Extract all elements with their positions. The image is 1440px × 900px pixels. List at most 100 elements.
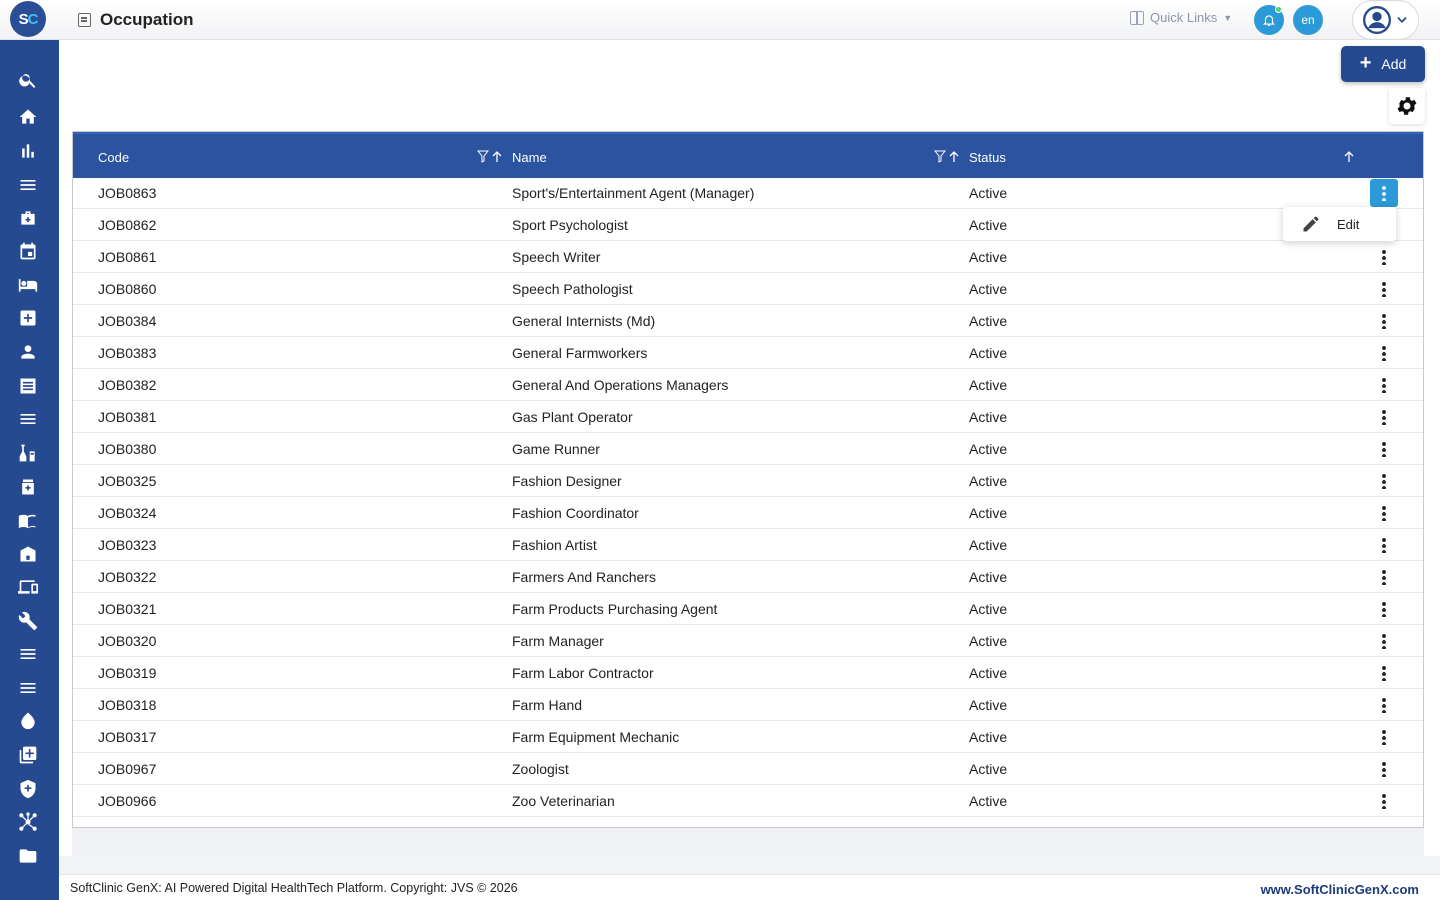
table-row[interactable]: JOB0384 General Internists (Md) Active	[73, 305, 1423, 337]
filter-icon[interactable]	[934, 150, 946, 163]
sidebar-library[interactable]	[17, 510, 39, 532]
row-actions-button[interactable]	[1370, 627, 1398, 655]
table-row[interactable]: JOB0860 Speech Pathologist Active	[73, 273, 1423, 305]
add-box-icon	[19, 746, 37, 764]
row-actions-button[interactable]	[1370, 307, 1398, 335]
sort-arrow-up-icon[interactable]	[1343, 150, 1355, 163]
bar-chart-icon	[22, 144, 34, 158]
notifications-button[interactable]	[1254, 5, 1284, 35]
row-actions-button[interactable]	[1370, 563, 1398, 591]
row-action-menu: Edit	[1283, 207, 1396, 241]
user-menu-button[interactable]	[1352, 0, 1419, 40]
row-actions-button[interactable]	[1370, 531, 1398, 559]
table-row[interactable]: JOB0382 General And Operations Managers Ac…	[73, 369, 1423, 401]
table-row[interactable]: JOB0381 Gas Plant Operator Active	[73, 401, 1423, 433]
sidebar-patients[interactable]	[17, 341, 39, 363]
row-actions-button[interactable]	[1370, 595, 1398, 623]
sidebar-appointments[interactable]	[17, 240, 39, 262]
row-actions-button[interactable]	[1370, 755, 1398, 783]
row-actions-button[interactable]	[1370, 499, 1398, 527]
row-actions-button[interactable]	[1370, 339, 1398, 367]
table-row[interactable]: JOB0863 Sport's/Entertainment Agent (Mana…	[73, 177, 1423, 209]
column-header-name[interactable]: Name	[512, 150, 547, 165]
filter-icon[interactable]	[477, 150, 489, 163]
sidebar-store[interactable]	[17, 543, 39, 565]
table-row[interactable]: JOB0321 Farm Products Purchasing Agent Act…	[73, 593, 1423, 625]
sidebar-home[interactable]	[17, 106, 39, 128]
row-actions-button[interactable]	[1370, 659, 1398, 687]
row-actions-button[interactable]	[1370, 179, 1398, 207]
sort-arrow-up-icon[interactable]	[491, 150, 503, 163]
row-actions-button[interactable]	[1370, 691, 1398, 719]
column-header-status[interactable]: Status	[969, 150, 1006, 165]
table-row[interactable]: JOB0383 General Farmworkers Active	[73, 337, 1423, 369]
edit-menu-item[interactable]: Edit	[1337, 217, 1359, 232]
table-row[interactable]: JOB0324 Fashion Coordinator Active	[73, 497, 1423, 529]
table-row[interactable]: JOB0320 Farm Manager Active	[73, 625, 1423, 657]
sidebar-billing[interactable]	[17, 375, 39, 397]
more-vertical-icon	[1382, 505, 1386, 521]
table-row[interactable]: JOB0966 Zoo Veterinarian Active	[73, 785, 1423, 817]
horizontal-scrollbar[interactable]	[72, 828, 1424, 856]
table-header: Code Name Status	[73, 132, 1423, 178]
table-row[interactable]: JOB0862 Sport Psychologist Active	[73, 209, 1423, 241]
sidebar-blood-bank[interactable]	[17, 710, 39, 732]
column-header-code[interactable]: Code	[98, 150, 129, 165]
more-vertical-icon	[1382, 793, 1386, 809]
quick-links-button[interactable]: Quick Links ▼	[1130, 10, 1232, 25]
cell-code: JOB0862	[98, 217, 157, 233]
cell-name: Fashion Designer	[512, 473, 622, 489]
cell-code: JOB0323	[98, 537, 157, 553]
row-actions-button[interactable]	[1370, 275, 1398, 303]
table-row[interactable]: JOB0325 Fashion Designer Active	[73, 465, 1423, 497]
sidebar-menu-2[interactable]	[17, 408, 39, 430]
sidebar-pharmacy[interactable]	[17, 476, 39, 498]
cell-status: Active	[969, 377, 1008, 393]
sidebar-emergency[interactable]	[17, 307, 39, 329]
cell-code: JOB0380	[98, 441, 157, 457]
code-column-controls	[477, 150, 503, 163]
table-row[interactable]: JOB0380 Game Runner Active	[73, 433, 1423, 465]
table-row[interactable]: JOB0322 Farmers And Ranchers Active	[73, 561, 1423, 593]
sidebar-opd[interactable]	[17, 207, 39, 229]
more-vertical-icon	[1382, 313, 1386, 329]
row-actions-button[interactable]	[1370, 371, 1398, 399]
row-actions-button[interactable]	[1370, 723, 1398, 751]
sidebar-laboratory[interactable]	[17, 442, 39, 464]
cell-name: Sport Psychologist	[512, 217, 628, 233]
sidebar-files[interactable]	[17, 845, 39, 867]
table-row[interactable]: JOB0318 Farm Hand Active	[73, 689, 1423, 721]
sidebar-devices[interactable]	[17, 576, 39, 598]
table-row[interactable]: JOB0319 Farm Labor Contractor Active	[73, 657, 1423, 689]
table-row[interactable]: JOB0967 Zoologist Active	[73, 753, 1423, 785]
sidebar-tools[interactable]	[17, 610, 39, 632]
cell-code: JOB0863	[98, 185, 157, 201]
sort-arrow-up-icon[interactable]	[948, 150, 960, 163]
settings-button[interactable]	[1389, 88, 1425, 124]
sidebar-network[interactable]	[17, 811, 39, 833]
sidebar-menu-4[interactable]	[17, 677, 39, 699]
sidebar-insurance[interactable]	[17, 778, 39, 800]
sidebar-ipd[interactable]	[17, 274, 39, 296]
menu-icon	[20, 414, 36, 424]
sidebar-search[interactable]	[17, 69, 39, 91]
sidebar-menu-3[interactable]	[17, 643, 39, 665]
table-row[interactable]: JOB0861 Speech Writer Active	[73, 241, 1423, 273]
sidebar-menu-1[interactable]	[17, 174, 39, 196]
app-logo[interactable]: SC	[10, 1, 46, 37]
row-actions-button[interactable]	[1370, 243, 1398, 271]
table-row[interactable]: JOB0323 Fashion Artist Active	[73, 529, 1423, 561]
row-actions-button[interactable]	[1370, 435, 1398, 463]
row-actions-button[interactable]	[1370, 787, 1398, 815]
website-link[interactable]: www.SoftClinicGenX.com	[1261, 882, 1419, 897]
add-button[interactable]: + Add	[1341, 46, 1425, 82]
row-actions-button[interactable]	[1370, 403, 1398, 431]
table-row[interactable]: JOB0317 Farm Equipment Mechanic Active	[73, 721, 1423, 753]
sidebar-reports[interactable]	[17, 140, 39, 162]
row-actions-button[interactable]	[1370, 467, 1398, 495]
language-button[interactable]: en	[1293, 5, 1323, 35]
cell-code: JOB0318	[98, 697, 157, 713]
more-vertical-icon	[1382, 185, 1386, 201]
cell-code: JOB0322	[98, 569, 157, 585]
sidebar-add-module[interactable]	[17, 744, 39, 766]
